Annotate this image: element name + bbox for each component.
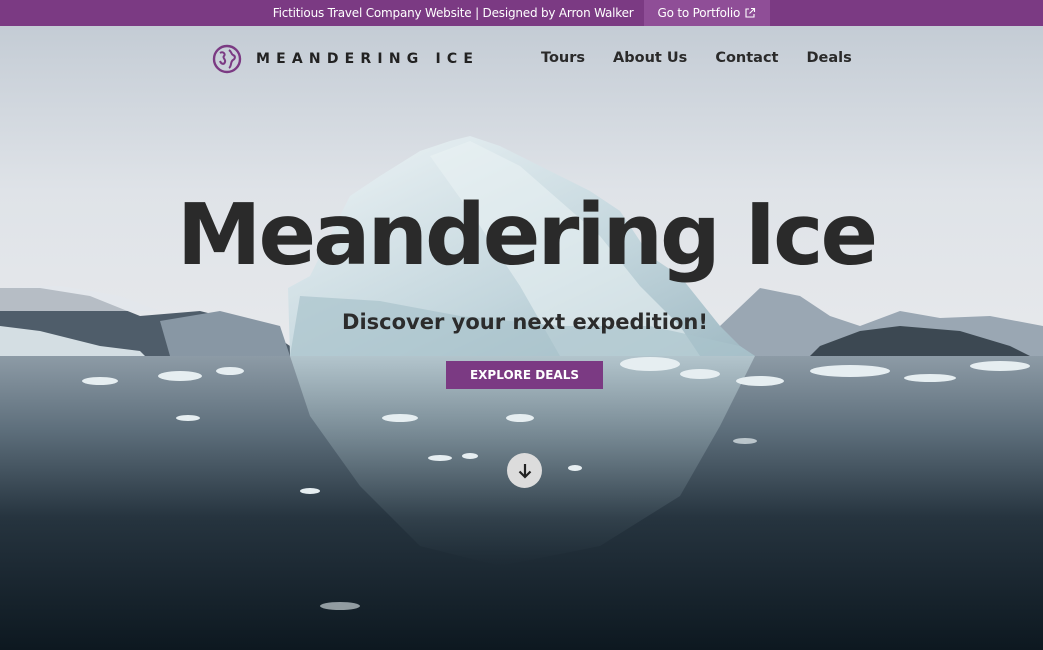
nav-item-deals[interactable]: Deals bbox=[806, 50, 851, 66]
brand-name: MEANDERING ICE bbox=[256, 51, 480, 67]
nav-item-tours[interactable]: Tours bbox=[541, 50, 585, 66]
top-banner: Fictitious Travel Company Website | Desi… bbox=[0, 0, 1043, 26]
nav-links: Tours About Us Contact Deals bbox=[541, 50, 852, 66]
main-nav: MEANDERING ICE Tours About Us Contact De… bbox=[0, 44, 1043, 76]
nav-item-about-us[interactable]: About Us bbox=[613, 50, 687, 66]
hero-subtitle: Discover your next expedition! bbox=[342, 310, 708, 334]
nav-item-contact[interactable]: Contact bbox=[715, 50, 778, 66]
banner-text: Fictitious Travel Company Website | Desi… bbox=[272, 6, 634, 20]
portfolio-button[interactable]: Go to Portfolio bbox=[643, 0, 771, 26]
brand-logo[interactable]: MEANDERING ICE bbox=[212, 44, 479, 74]
hero-background-image bbox=[0, 26, 1043, 650]
hero-section: MEANDERING ICE Tours About Us Contact De… bbox=[0, 26, 1043, 650]
external-link-icon bbox=[745, 7, 756, 18]
hero-title: Meandering Ice bbox=[176, 186, 878, 285]
scroll-down-button[interactable] bbox=[507, 453, 542, 488]
globe-icon bbox=[212, 44, 242, 74]
arrow-down-icon bbox=[518, 463, 531, 479]
explore-deals-button[interactable]: EXPLORE DEALS bbox=[446, 361, 603, 389]
portfolio-label: Go to Portfolio bbox=[657, 6, 741, 20]
